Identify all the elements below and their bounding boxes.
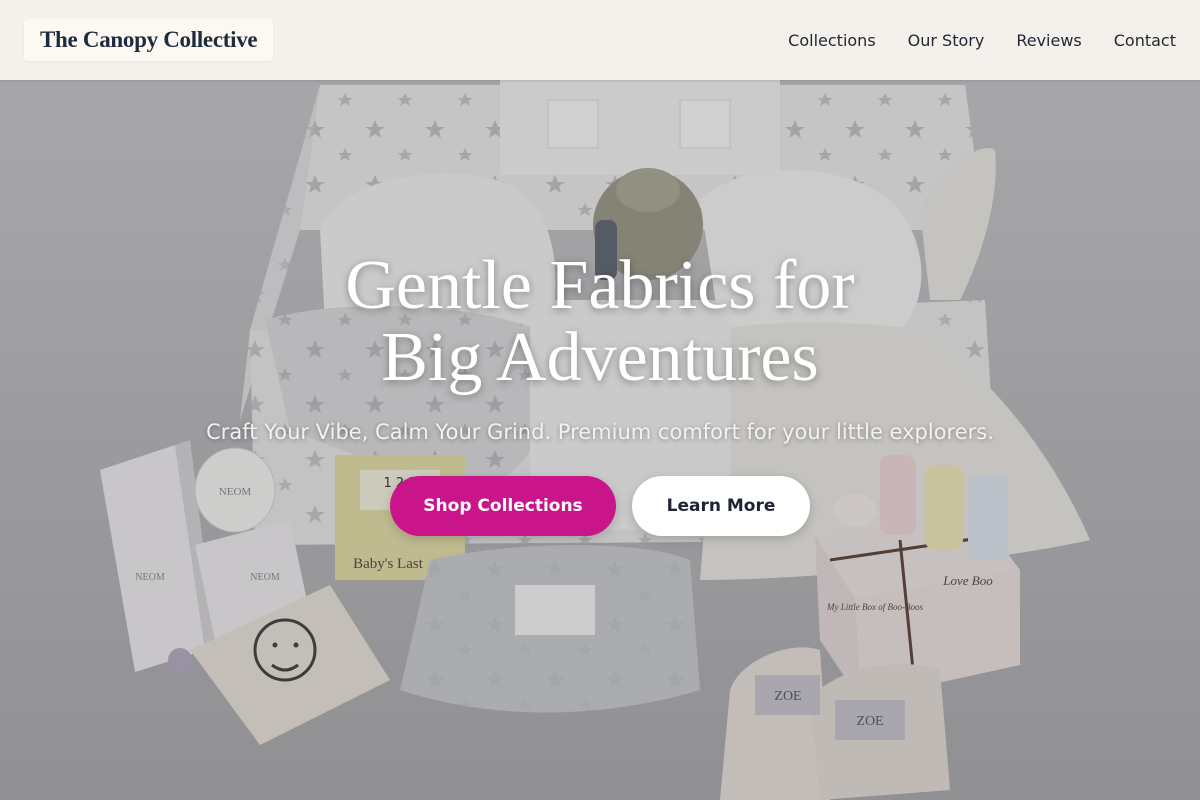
site-logo[interactable]: The Canopy Collective [24, 19, 274, 61]
nav-link-collections[interactable]: Collections [788, 31, 875, 50]
main-nav: Collections Our Story Reviews Contact [788, 31, 1176, 50]
site-header: The Canopy Collective Collections Our St… [0, 0, 1200, 80]
nav-link-our-story[interactable]: Our Story [908, 31, 985, 50]
hero-title: Gentle Fabrics for Big Adventures [0, 250, 1200, 394]
hero-section: Gentle Fabrics for Big Adventures Craft … [0, 250, 1200, 536]
hero-subtitle: Craft Your Vibe, Calm Your Grind. Premiu… [206, 420, 994, 444]
nav-link-reviews[interactable]: Reviews [1016, 31, 1081, 50]
landing-page: NEOM NEOM NEOM 1 2 3 Baby's Last Love Bo… [0, 0, 1200, 800]
hero-actions: Shop Collections Learn More [0, 476, 1200, 536]
shop-collections-button[interactable]: Shop Collections [390, 476, 616, 536]
hero-title-line-2: Big Adventures [381, 319, 819, 396]
nav-link-contact[interactable]: Contact [1114, 31, 1176, 50]
learn-more-button[interactable]: Learn More [632, 476, 810, 536]
hero-title-line-1: Gentle Fabrics for [345, 247, 855, 324]
